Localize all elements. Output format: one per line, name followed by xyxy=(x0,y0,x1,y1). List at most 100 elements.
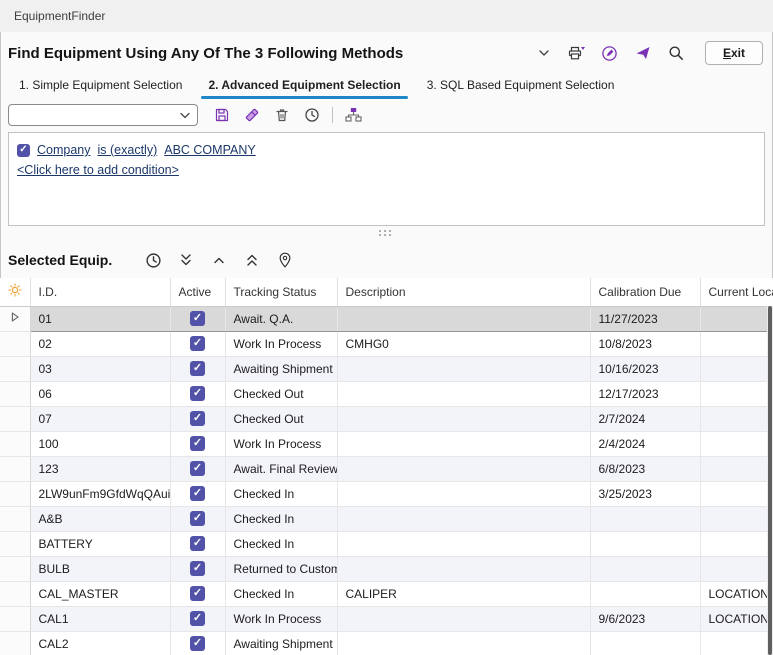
cell-id[interactable]: CAL1 xyxy=(30,606,170,631)
cell-description[interactable] xyxy=(337,381,590,406)
cell-current-location[interactable]: LOCATION 1 xyxy=(700,606,773,631)
cell-id[interactable]: 07 xyxy=(30,406,170,431)
table-row[interactable]: 07 Checked Out 2/7/2024 xyxy=(0,406,773,431)
cell-calibration-due[interactable]: 9/6/2023 xyxy=(590,606,700,631)
cell-active[interactable] xyxy=(170,406,225,431)
cell-current-location[interactable] xyxy=(700,331,773,356)
cell-calibration-due[interactable] xyxy=(590,581,700,606)
column-header-current-location[interactable]: Current Location xyxy=(700,278,773,306)
cell-tracking-status[interactable]: Checked In xyxy=(225,581,337,606)
row-selector-cell[interactable] xyxy=(0,531,30,556)
annotate-icon[interactable] xyxy=(600,43,620,63)
condition-operator-link[interactable]: is (exactly) xyxy=(98,143,158,157)
cell-current-location[interactable] xyxy=(700,506,773,531)
active-checkbox[interactable] xyxy=(190,361,205,376)
cell-id[interactable]: 06 xyxy=(30,381,170,406)
cell-tracking-status[interactable]: Work In Process xyxy=(225,331,337,356)
cell-calibration-due[interactable]: 2/7/2024 xyxy=(590,406,700,431)
cell-current-location[interactable] xyxy=(700,431,773,456)
cell-tracking-status[interactable]: Returned to Customer xyxy=(225,556,337,581)
cell-tracking-status[interactable]: Checked In xyxy=(225,506,337,531)
cell-description[interactable] xyxy=(337,456,590,481)
cell-description[interactable] xyxy=(337,356,590,381)
double-chevron-up-icon[interactable] xyxy=(242,250,262,270)
exit-button[interactable]: Exit xyxy=(705,41,763,65)
cell-id[interactable]: CAL2 xyxy=(30,631,170,655)
save-icon[interactable] xyxy=(212,105,232,125)
cell-tracking-status[interactable]: Checked Out xyxy=(225,381,337,406)
table-row[interactable]: 2LW9unFm9GfdWqQAuiF Checked In 3/25/2023 xyxy=(0,481,773,506)
row-selector-cell[interactable] xyxy=(0,581,30,606)
cell-description[interactable] xyxy=(337,556,590,581)
column-header-id[interactable]: I.D. xyxy=(30,278,170,306)
cell-tracking-status[interactable]: Await. Q.A. xyxy=(225,306,337,331)
cell-active[interactable] xyxy=(170,356,225,381)
cell-id[interactable]: 03 xyxy=(30,356,170,381)
location-pin-icon[interactable] xyxy=(275,250,295,270)
active-checkbox[interactable] xyxy=(190,436,205,451)
cell-active[interactable] xyxy=(170,581,225,606)
active-checkbox[interactable] xyxy=(190,636,205,651)
table-row[interactable]: A&B Checked In xyxy=(0,506,773,531)
cell-tracking-status[interactable]: Checked In xyxy=(225,481,337,506)
table-row[interactable]: 06 Checked Out 12/17/2023 xyxy=(0,381,773,406)
table-row[interactable]: CAL2 Awaiting Shipment xyxy=(0,631,773,655)
row-selector-cell[interactable] xyxy=(0,431,30,456)
cell-tracking-status[interactable]: Work In Process xyxy=(225,431,337,456)
table-row[interactable]: 02 Work In Process CMHG0 10/8/2023 xyxy=(0,331,773,356)
table-row[interactable]: 03 Awaiting Shipment 10/16/2023 xyxy=(0,356,773,381)
cell-description[interactable]: CMHG0 xyxy=(337,331,590,356)
cell-description[interactable] xyxy=(337,506,590,531)
active-checkbox[interactable] xyxy=(190,386,205,401)
cell-active[interactable] xyxy=(170,331,225,356)
cell-tracking-status[interactable]: Checked Out xyxy=(225,406,337,431)
condition-field-link[interactable]: Company xyxy=(37,143,91,157)
eraser-icon[interactable] xyxy=(242,105,262,125)
cell-current-location[interactable] xyxy=(700,481,773,506)
row-selector-cell[interactable] xyxy=(0,556,30,581)
cell-id[interactable]: 123 xyxy=(30,456,170,481)
cell-id[interactable]: BATTERY xyxy=(30,531,170,556)
cell-active[interactable] xyxy=(170,481,225,506)
row-selector-cell[interactable] xyxy=(0,456,30,481)
cell-calibration-due[interactable] xyxy=(590,631,700,655)
active-checkbox[interactable] xyxy=(190,511,205,526)
row-selector-cell[interactable] xyxy=(0,506,30,531)
table-row[interactable]: BULB Returned to Customer xyxy=(0,556,773,581)
saved-condition-combobox[interactable] xyxy=(8,104,198,126)
cell-calibration-due[interactable] xyxy=(590,506,700,531)
cell-active[interactable] xyxy=(170,556,225,581)
history-icon[interactable] xyxy=(302,105,322,125)
cell-active[interactable] xyxy=(170,606,225,631)
hierarchy-icon[interactable] xyxy=(343,105,363,125)
tab-advanced-selection[interactable]: 2. Advanced Equipment Selection xyxy=(197,74,411,100)
table-row[interactable]: 01 Await. Q.A. 11/27/2023 xyxy=(0,306,773,331)
active-checkbox[interactable] xyxy=(190,536,205,551)
active-checkbox[interactable] xyxy=(190,586,205,601)
column-header-tracking-status[interactable]: Tracking Status xyxy=(225,278,337,306)
row-selector-cell[interactable] xyxy=(0,331,30,356)
table-row[interactable]: CAL_MASTER Checked In CALIPER LOCATION 1 xyxy=(0,581,773,606)
cell-active[interactable] xyxy=(170,431,225,456)
cell-active[interactable] xyxy=(170,631,225,655)
search-icon[interactable] xyxy=(666,43,686,63)
cell-tracking-status[interactable]: Awaiting Shipment xyxy=(225,356,337,381)
column-header-calibration-due[interactable]: Calibration Due xyxy=(590,278,700,306)
row-selector-cell[interactable] xyxy=(0,406,30,431)
cell-calibration-due[interactable] xyxy=(590,556,700,581)
active-checkbox[interactable] xyxy=(190,411,205,426)
cell-description[interactable] xyxy=(337,306,590,331)
row-selector-cell[interactable] xyxy=(0,481,30,506)
cell-calibration-due[interactable]: 6/8/2023 xyxy=(590,456,700,481)
cell-active[interactable] xyxy=(170,456,225,481)
row-selector-cell[interactable] xyxy=(0,606,30,631)
grid-corner-cell[interactable] xyxy=(0,278,30,306)
cell-calibration-due[interactable]: 10/16/2023 xyxy=(590,356,700,381)
cell-current-location[interactable] xyxy=(700,531,773,556)
cell-active[interactable] xyxy=(170,306,225,331)
cell-tracking-status[interactable]: Work In Process xyxy=(225,606,337,631)
cell-current-location[interactable] xyxy=(700,381,773,406)
table-row[interactable]: CAL1 Work In Process 9/6/2023 LOCATION 1 xyxy=(0,606,773,631)
cell-active[interactable] xyxy=(170,531,225,556)
cell-current-location[interactable] xyxy=(700,406,773,431)
